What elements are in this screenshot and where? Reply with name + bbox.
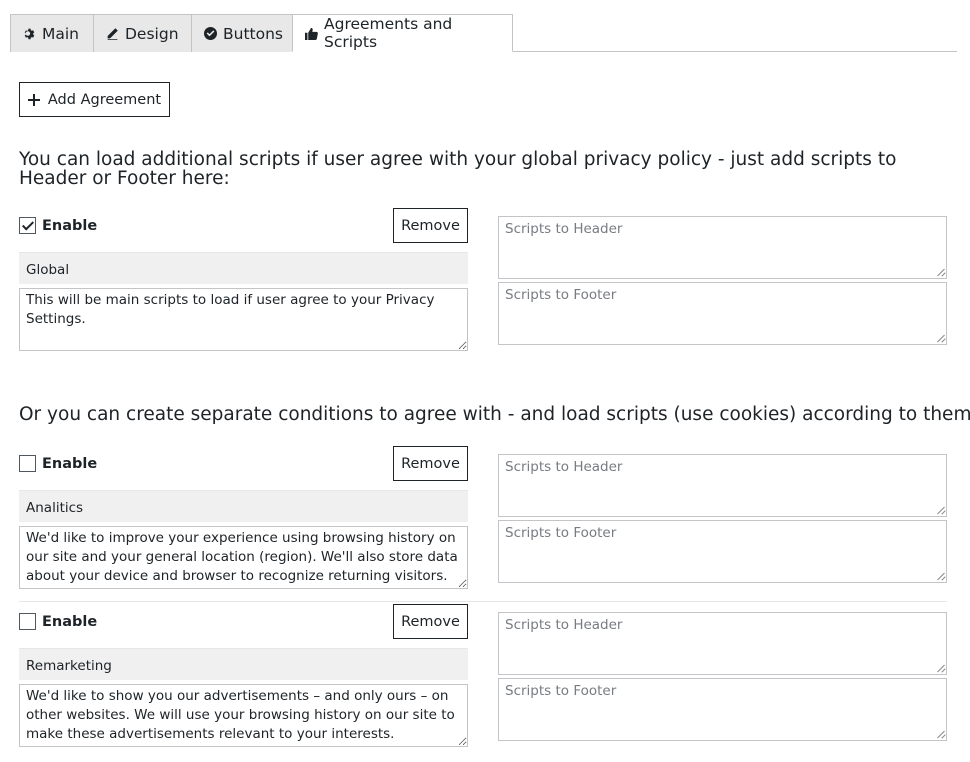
settings-page: Main Design Buttons Agreements and Scrip… xyxy=(0,0,970,762)
enable-checkbox[interactable] xyxy=(19,455,36,472)
thumbs-up-icon xyxy=(305,27,318,40)
tab-agreements-label: Agreements and Scripts xyxy=(324,15,453,51)
plus-icon xyxy=(27,93,40,106)
gear-icon xyxy=(24,28,35,40)
agreement-description-field[interactable]: We'd like to show you our advertisements… xyxy=(19,684,468,747)
separate-conditions-heading: Or you can create separate conditions to… xyxy=(19,404,970,425)
tab-bar: Main Design Buttons Agreements and Scrip… xyxy=(10,14,957,52)
enable-toggle[interactable]: Enable xyxy=(19,613,97,630)
add-agreement-button[interactable]: Add Agreement xyxy=(19,82,170,117)
enable-label: Enable xyxy=(42,455,98,472)
divider xyxy=(19,601,947,602)
enable-label: Enable xyxy=(42,217,98,234)
resize-grip-icon[interactable] xyxy=(937,573,945,581)
tab-main-label: Main xyxy=(42,24,80,43)
resize-grip-icon[interactable] xyxy=(937,507,945,515)
tab-buttons[interactable]: Buttons xyxy=(191,14,293,52)
scripts-header-placeholder: Scripts to Header xyxy=(505,221,623,237)
remove-button[interactable]: Remove xyxy=(393,208,468,243)
enable-toggle[interactable]: Enable xyxy=(19,217,97,234)
scripts-to-footer-field[interactable]: Scripts to Footer xyxy=(498,282,947,345)
resize-grip-icon[interactable] xyxy=(937,731,945,739)
tab-buttons-label: Buttons xyxy=(223,24,283,43)
tab-main[interactable]: Main xyxy=(10,14,94,52)
scripts-to-header-field[interactable]: Scripts to Header xyxy=(498,216,947,279)
remove-button[interactable]: Remove xyxy=(393,446,468,481)
check-circle-icon xyxy=(204,27,217,40)
enable-label: Enable xyxy=(42,613,98,630)
pencil-icon xyxy=(107,28,118,40)
scripts-footer-placeholder: Scripts to Footer xyxy=(505,525,617,541)
scripts-footer-placeholder: Scripts to Footer xyxy=(505,287,617,303)
enable-toggle[interactable]: Enable xyxy=(19,455,97,472)
agreement-name-field[interactable]: Remarketing xyxy=(19,648,468,680)
agreement-name-field[interactable]: Analitics xyxy=(19,490,468,522)
enable-checkbox[interactable] xyxy=(19,217,36,234)
resize-grip-icon[interactable] xyxy=(937,335,945,343)
global-scripts-heading: You can load additional scripts if user … xyxy=(19,149,897,189)
scripts-to-footer-field[interactable]: Scripts to Footer xyxy=(498,678,947,741)
scripts-to-footer-field[interactable]: Scripts to Footer xyxy=(498,520,947,583)
resize-grip-icon[interactable] xyxy=(937,665,945,673)
agreement-description-field[interactable]: This will be main scripts to load if use… xyxy=(19,288,468,351)
agreement-description-field[interactable]: We'd like to improve your experience usi… xyxy=(19,526,468,589)
remove-button[interactable]: Remove xyxy=(393,604,468,639)
agreement-name-field[interactable]: Global xyxy=(19,252,468,284)
enable-checkbox[interactable] xyxy=(19,613,36,630)
scripts-header-placeholder: Scripts to Header xyxy=(505,617,623,633)
add-agreement-label: Add Agreement xyxy=(47,91,162,108)
tab-agreements-and-scripts[interactable]: Agreements and Scripts xyxy=(292,14,513,52)
scripts-footer-placeholder: Scripts to Footer xyxy=(505,683,617,699)
scripts-to-header-field[interactable]: Scripts to Header xyxy=(498,612,947,675)
resize-grip-icon[interactable] xyxy=(937,269,945,277)
scripts-to-header-field[interactable]: Scripts to Header xyxy=(498,454,947,517)
tab-design[interactable]: Design xyxy=(93,14,192,52)
tab-design-label: Design xyxy=(125,24,179,43)
scripts-header-placeholder: Scripts to Header xyxy=(505,459,623,475)
